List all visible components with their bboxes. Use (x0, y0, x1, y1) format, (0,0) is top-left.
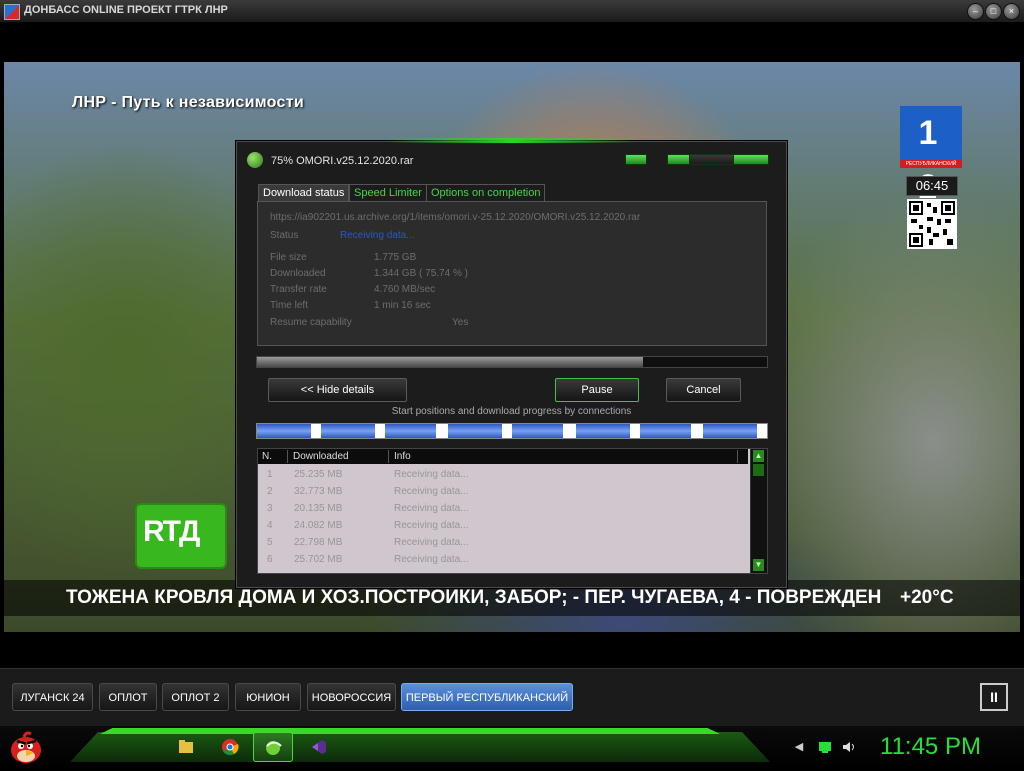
table-row[interactable]: 4 24.082 MB Receiving data... (258, 517, 748, 534)
channel-button-union[interactable]: ЮНИОН (235, 683, 301, 711)
dialog-top-glow (387, 138, 637, 143)
download-progress-fill (257, 357, 644, 367)
back-arrow-icon[interactable]: ◀ (792, 740, 806, 754)
download-manager-icon (247, 152, 263, 168)
pause-playback-button[interactable]: II (980, 683, 1008, 711)
app-icon (4, 4, 20, 20)
downloaded-value: 1.344 GB ( 75.74 % ) (374, 268, 468, 279)
channel-button-lugansk-24[interactable]: ЛУГАНСК 24 (12, 683, 93, 711)
dialog-maximize-button[interactable] (689, 154, 735, 165)
table-header: N. Downloaded Info (258, 449, 748, 464)
download-dialog: 75% OMORI.v25.12.2020.rar Download statu… (236, 138, 787, 588)
column-header[interactable]: Downloaded (289, 450, 389, 463)
visual-studio-icon[interactable] (298, 732, 338, 762)
broadcast-clock: 06:45 (906, 176, 958, 196)
transfer-rate-value: 4.760 MB/sec (374, 284, 436, 295)
channel-button-pervyi-respublikanskiy[interactable]: ПЕРВЫЙ РЕСПУБЛИКАНСКИЙ (401, 683, 573, 711)
dialog-restore-button[interactable] (625, 154, 647, 165)
tab-speed-limiter[interactable]: Speed Limiter (349, 184, 427, 201)
table-row[interactable]: 1 25.235 MB Receiving data... (258, 466, 748, 483)
temperature-readout: +20°C (900, 587, 954, 608)
channel-button-oplot[interactable]: ОПЛОТ (99, 683, 157, 711)
qr-code-icon (907, 199, 957, 249)
status-value: Receiving data... (340, 230, 415, 241)
scroll-down-icon[interactable]: ▼ (753, 559, 764, 571)
field-label: File size (270, 252, 307, 263)
table-row[interactable]: 3 20.135 MB Receiving data... (258, 500, 748, 517)
connection-segment (257, 424, 312, 438)
connections-progress-bar (256, 423, 768, 439)
chrome-icon[interactable] (210, 732, 250, 762)
hide-details-button[interactable]: << Hide details (268, 378, 407, 402)
table-scrollbar[interactable]: ▲ ▼ (750, 449, 767, 573)
dialog-close-button[interactable] (733, 154, 769, 165)
connection-segment (703, 424, 758, 438)
download-url: https://ia902201.us.archive.org/1/items/… (270, 212, 641, 223)
column-header[interactable]: N. (258, 450, 288, 463)
table-row[interactable]: 6 25.702 MB Receiving data... (258, 551, 748, 568)
connection-segment (448, 424, 503, 438)
field-label: Transfer rate (270, 284, 327, 295)
scroll-up-icon[interactable]: ▲ (753, 450, 764, 462)
channel-button-oplot-2[interactable]: ОПЛОТ 2 (162, 683, 229, 711)
pause-button[interactable]: Pause (555, 378, 639, 402)
cancel-button[interactable]: Cancel (666, 378, 741, 402)
taskbar-clock[interactable]: 11:45 PM (880, 733, 981, 761)
maximize-button[interactable]: □ (985, 3, 1002, 20)
scroll-thumb[interactable] (753, 464, 764, 476)
tab-options-on-completion[interactable]: Options on completion (426, 184, 546, 201)
dialog-title: 75% OMORI.v25.12.2020.rar (271, 155, 414, 167)
taskbar: ◀ 11:45 PM (0, 726, 1024, 768)
connection-segment (639, 424, 691, 438)
rtd-channel-logo: RTД (137, 505, 225, 567)
download-manager-icon[interactable] (253, 732, 293, 762)
channel-bar: ЛУГАНСК 24 ОПЛОТ ОПЛОТ 2 ЮНИОН НОВОРОССИ… (0, 668, 1024, 727)
close-button[interactable]: × (1003, 3, 1020, 20)
channel-button-novorossiya[interactable]: НОВОРОССИЯ (307, 683, 396, 711)
angry-bird-icon[interactable] (6, 728, 46, 766)
connection-segment (320, 424, 375, 438)
table-row[interactable]: 2 32.773 MB Receiving data... (258, 483, 748, 500)
connection-segment (575, 424, 630, 438)
field-label: Resume capability (270, 317, 352, 328)
dialog-minimize-button[interactable] (667, 154, 691, 165)
minimize-button[interactable]: – (967, 3, 984, 20)
resume-capability-value: Yes (452, 317, 469, 328)
field-label: Time left (270, 300, 308, 311)
connections-label: Start positions and download progress by… (391, 406, 632, 417)
time-left-value: 1 min 16 sec (374, 300, 431, 311)
column-header[interactable]: Info (390, 450, 738, 463)
file-size-value: 1.775 GB (374, 252, 417, 263)
ticker-text: ТОЖЕНА КРОВЛЯ ДОМА И ХОЗ.ПОСТРОЙКИ, ЗАБО… (66, 587, 882, 608)
connections-table: N. Downloaded Info 1 25.235 MB Receiving… (257, 448, 768, 574)
channel-logo: 1 2 РЕСПУБЛИКАНСКИЙ (900, 106, 962, 206)
broadcast-title: ЛНР - Путь к независимости (72, 94, 305, 111)
connection-segment (512, 424, 563, 438)
status-label: Status (270, 230, 299, 241)
field-label: Downloaded (270, 268, 326, 279)
download-status-panel: https://ia902201.us.archive.org/1/items/… (257, 201, 767, 346)
tab-download-status[interactable]: Download status (258, 184, 350, 201)
download-progress-bar (256, 356, 768, 368)
connection-segment (384, 424, 436, 438)
window-title: ДОНБАСС ONLINE ПРОЕКТ ГТРК ЛНР (24, 4, 228, 16)
table-row[interactable]: 5 22.798 MB Receiving data... (258, 534, 748, 551)
volume-icon[interactable] (842, 740, 856, 754)
window-titlebar: ДОНБАСС ONLINE ПРОЕКТ ГТРК ЛНР – □ × (0, 0, 1024, 23)
folder-icon[interactable] (166, 732, 206, 762)
network-icon[interactable] (818, 740, 832, 754)
